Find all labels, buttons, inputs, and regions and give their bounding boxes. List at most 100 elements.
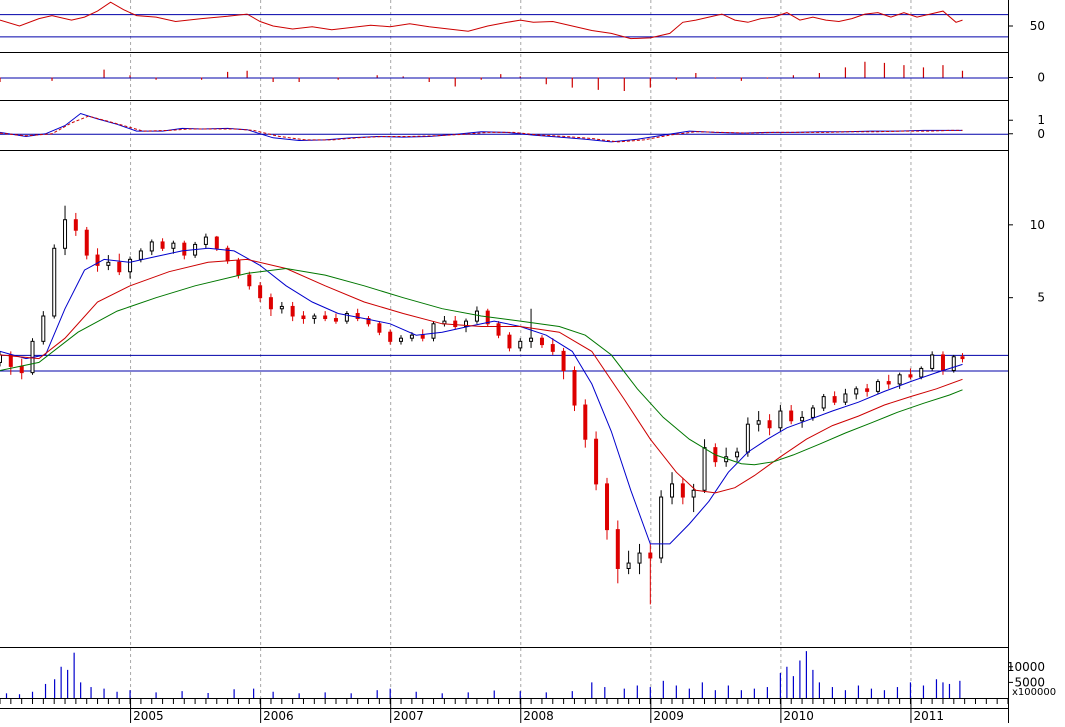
price-series-line <box>0 267 963 466</box>
candle-body <box>680 483 685 498</box>
candle-body <box>507 334 512 349</box>
candle-body <box>182 242 187 256</box>
candle-body <box>691 489 696 498</box>
x-tick-label: 2009 <box>653 709 684 723</box>
candle-body <box>735 451 740 458</box>
candle-body <box>756 420 761 425</box>
candle-body <box>789 410 794 422</box>
chart-svg: 50010105100005000x1000002005 2006 2007 2008… <box>0 0 1056 723</box>
candle-body <box>637 552 642 564</box>
candle-body <box>615 529 620 569</box>
candle-body <box>73 219 78 231</box>
candle-body <box>539 337 544 346</box>
oscillator-series-line <box>0 115 963 143</box>
candle-body <box>518 340 523 349</box>
x-tick-label: 2006 <box>263 709 294 723</box>
candle-body <box>19 365 24 374</box>
candle-body <box>626 562 631 569</box>
candle-body <box>149 241 154 252</box>
x-tick-label: 2005 <box>133 709 164 723</box>
candle-body <box>810 407 815 418</box>
candle-body <box>431 323 436 339</box>
candle-body <box>63 219 68 249</box>
candle-body <box>214 236 219 249</box>
candle-body <box>453 320 458 328</box>
candle-body <box>409 334 414 339</box>
candle-body <box>117 261 122 273</box>
candle-body <box>290 305 295 317</box>
volume-y-tick-label: 10000 <box>1007 660 1045 674</box>
candlesticks <box>0 205 965 605</box>
rsi-panel: 50 <box>0 1 1045 40</box>
oscillator-y-tick-label: 1 <box>1037 113 1045 127</box>
rsi-series-line <box>0 1 963 40</box>
candle-body <box>84 229 89 256</box>
oscillator-series-line <box>0 112 963 143</box>
x-tick-label: 2008 <box>523 709 554 723</box>
oscillator-y-tick-label: 0 <box>1037 127 1045 141</box>
candle-body <box>236 260 241 276</box>
candle-body <box>268 297 273 310</box>
oscillator-panel: 10 <box>0 112 1045 143</box>
candle-body <box>605 483 610 531</box>
candle-body <box>561 350 566 372</box>
candle-body <box>420 334 425 339</box>
price-series-line <box>0 247 963 545</box>
candle-body <box>0 354 2 363</box>
candle-body <box>821 396 826 409</box>
candle-body <box>258 285 263 299</box>
candle-body <box>52 247 57 317</box>
candle-body <box>160 241 165 249</box>
x-tick-label: 2007 <box>393 709 424 723</box>
x-tick-label: 2010 <box>783 709 814 723</box>
candle-body <box>247 274 252 287</box>
candle-body <box>960 356 965 360</box>
rsi-y-tick-label: 50 <box>1030 19 1045 33</box>
candle-body <box>572 370 577 406</box>
candle-body <box>648 552 653 559</box>
candle-body <box>279 305 284 310</box>
candle-body <box>8 354 13 367</box>
candle-body <box>800 416 805 422</box>
candle-body <box>138 250 143 260</box>
candle-body <box>930 354 935 369</box>
candle-body <box>398 337 403 342</box>
candle-body <box>474 310 479 322</box>
candle-body <box>745 423 750 453</box>
price-y-tick-label: 10 <box>1030 218 1045 232</box>
candle-body <box>496 323 501 336</box>
candle-body <box>594 438 599 485</box>
candle-body <box>854 388 859 395</box>
candle-body <box>312 315 317 320</box>
candle-body <box>301 315 306 320</box>
price-panel: 10 5 <box>0 205 1045 605</box>
candle-body <box>886 381 891 385</box>
candle-body <box>832 396 837 403</box>
candle-body <box>875 381 880 392</box>
candle-body <box>171 242 176 249</box>
price-y-tick-label: 5 <box>1037 291 1045 305</box>
candle-body <box>377 323 382 333</box>
candle-body <box>583 404 588 440</box>
candle-body <box>767 420 772 429</box>
x-tick-label: 2011 <box>913 709 944 723</box>
stock-chart: 50 0 1 0 10 5 10000 5000 x100000 2005 2006 2007 2008… <box>0 0 1065 723</box>
candle-body <box>41 315 46 342</box>
candle-body <box>106 261 111 266</box>
volume-panel: 100005000x100000 <box>5 651 1056 698</box>
candle-body <box>550 344 555 352</box>
histogram-y-tick-label: 0 <box>1037 71 1045 85</box>
volume-bars <box>5 651 961 698</box>
candle-body <box>843 393 848 403</box>
candle-body <box>919 367 924 378</box>
candle-body <box>778 410 783 429</box>
candle-body <box>529 337 534 342</box>
histogram-panel: 0 <box>0 61 1045 91</box>
volume-multiplier-label: x100000 <box>1012 687 1056 698</box>
candle-body <box>323 315 328 320</box>
candle-body <box>897 374 902 385</box>
candle-body <box>333 318 338 322</box>
candle-body <box>659 496 664 559</box>
histogram-bars <box>0 61 964 91</box>
candle-body <box>128 258 133 273</box>
